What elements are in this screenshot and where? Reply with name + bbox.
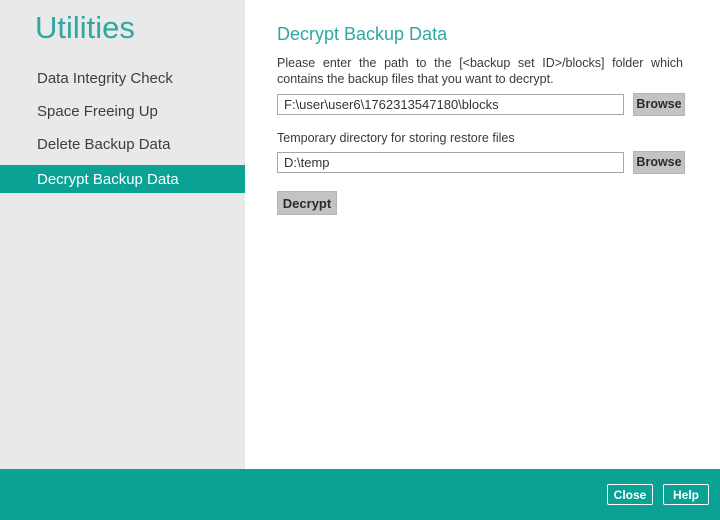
backup-path-input[interactable]: [277, 94, 624, 115]
footer-bar: Close Help: [0, 469, 720, 520]
sidebar-item-delete-backup-data[interactable]: Delete Backup Data: [0, 128, 245, 161]
backup-path-row: Browse: [277, 93, 720, 116]
page-title: Decrypt Backup Data: [277, 24, 448, 44]
temp-dir-row: Browse: [277, 151, 720, 174]
sidebar-item-decrypt-backup-data[interactable]: Decrypt Backup Data: [0, 165, 245, 193]
browse-backup-path-button[interactable]: Browse: [633, 93, 685, 116]
sidebar-menu: Data Integrity Check Space Freeing Up De…: [0, 62, 245, 193]
sidebar-item-space-freeing-up[interactable]: Space Freeing Up: [0, 95, 245, 128]
temp-dir-input[interactable]: [277, 152, 624, 173]
sidebar-title: Utilities: [35, 10, 135, 45]
sidebar-item-label: Data Integrity Check: [37, 70, 173, 87]
sidebar-item-label: Delete Backup Data: [37, 136, 171, 153]
sidebar-item-label: Decrypt Backup Data: [37, 170, 179, 188]
instruction-text: Please enter the path to the [<backup se…: [277, 56, 683, 86]
help-button[interactable]: Help: [663, 484, 709, 505]
utilities-window: Utilities Data Integrity Check Space Fre…: [0, 0, 720, 520]
browse-temp-dir-button[interactable]: Browse: [633, 151, 685, 174]
sidebar: Utilities Data Integrity Check Space Fre…: [0, 0, 245, 469]
temp-dir-label: Temporary directory for storing restore …: [277, 131, 515, 145]
main-panel: Decrypt Backup Data Please enter the pat…: [245, 0, 720, 469]
sidebar-item-data-integrity-check[interactable]: Data Integrity Check: [0, 62, 245, 95]
sidebar-item-label: Space Freeing Up: [37, 103, 158, 120]
close-button[interactable]: Close: [607, 484, 653, 505]
decrypt-button[interactable]: Decrypt: [277, 191, 337, 215]
